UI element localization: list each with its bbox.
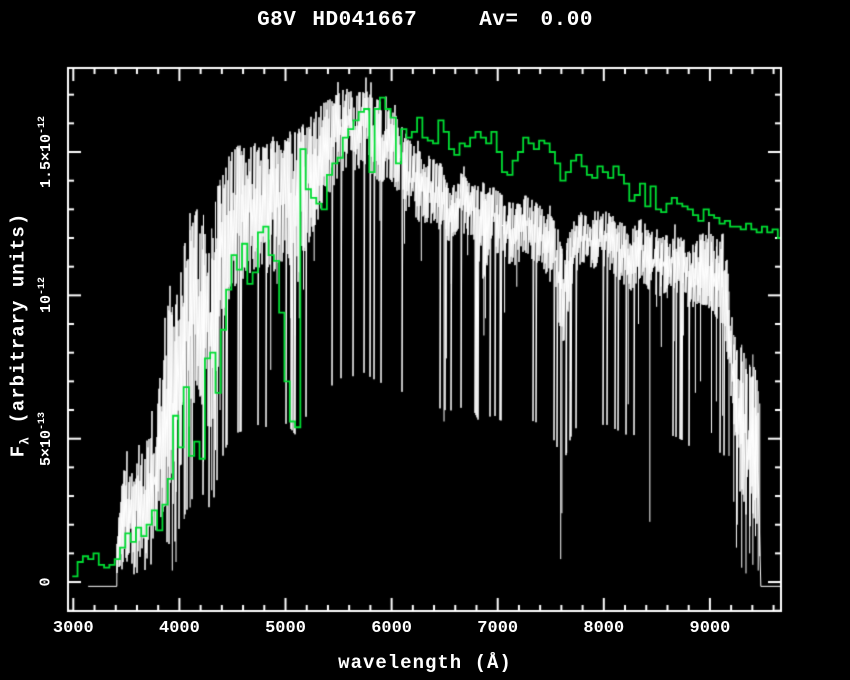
x-tick-label: 6000 xyxy=(357,619,427,638)
y-tick-label: 1.5×10-12 xyxy=(37,116,55,188)
star-class-label: G8V xyxy=(257,9,296,32)
star-name-label: HD041667 xyxy=(312,9,417,32)
extinction-value: 0.00 xyxy=(541,9,593,32)
plot-title: G8V HD041667 Av= 0.00 xyxy=(0,9,850,32)
x-tick-label: 9000 xyxy=(675,619,745,638)
y-axis-title: Fλ (arbitrary units) xyxy=(8,213,33,457)
x-tick-label: 3000 xyxy=(38,619,108,638)
extinction-label: Av= xyxy=(479,9,518,32)
flux-subscript: λ xyxy=(18,436,33,445)
y-tick-label: 5×10-13 xyxy=(37,412,55,466)
spectrum-chart-canvas xyxy=(0,0,850,680)
x-tick-label: 8000 xyxy=(569,619,639,638)
flux-units-text: (arbitrary units) xyxy=(8,213,30,436)
spectrum-plot-window: G8VHD041667Av=0.00 Fλ (arbitrary units) … xyxy=(0,0,850,680)
x-tick-label: 5000 xyxy=(251,619,321,638)
x-tick-label: 4000 xyxy=(144,619,214,638)
x-tick-label: 7000 xyxy=(463,619,533,638)
y-tick-label: 10-12 xyxy=(37,277,55,313)
flux-symbol: F xyxy=(8,445,30,457)
y-tick-label: 0 xyxy=(38,578,55,587)
x-axis-title: wavelength (Å) xyxy=(0,652,850,674)
